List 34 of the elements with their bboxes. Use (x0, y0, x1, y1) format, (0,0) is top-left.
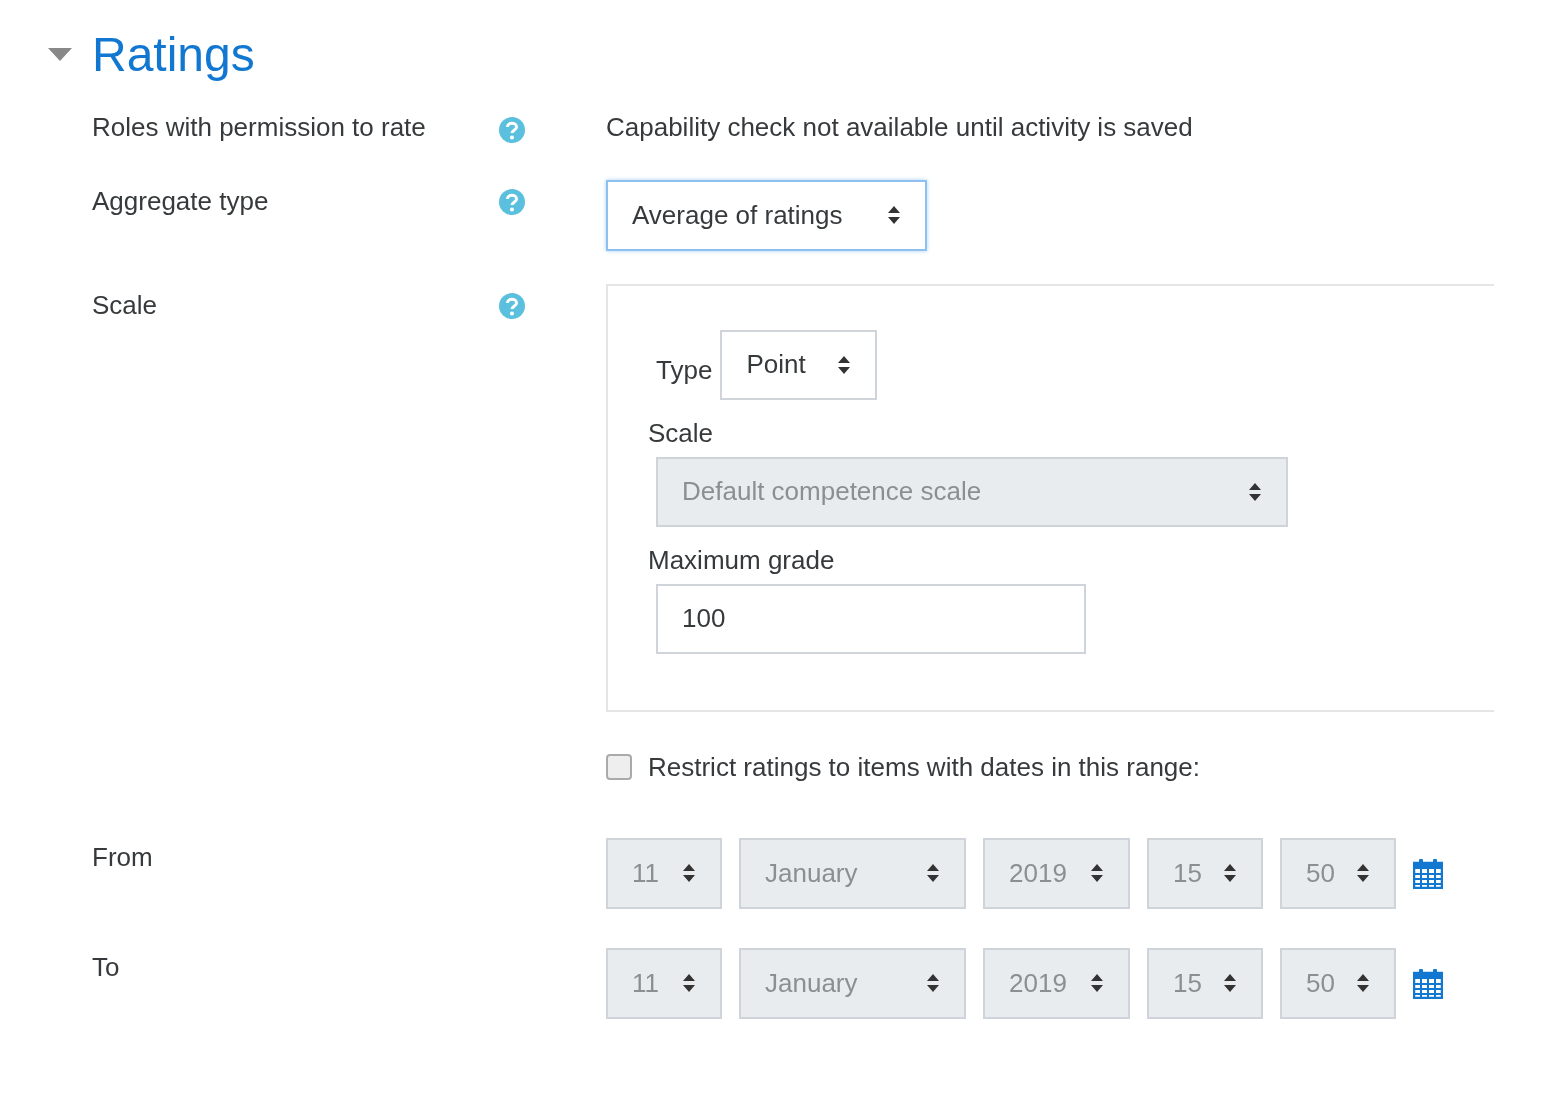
field-label: From (92, 841, 153, 872)
checkbox-label[interactable]: Restrict ratings to items with dates in this range: (648, 751, 1200, 783)
updown-arrows-icon (1356, 973, 1370, 994)
select-dropdown[interactable]: Average of ratings (606, 179, 927, 251)
field-label: To (92, 951, 120, 982)
updown-arrows-icon (682, 863, 696, 884)
calendar-icon[interactable] (1413, 967, 1443, 999)
updown-arrows-icon (682, 973, 696, 994)
info-text: Capability check not available until activity is saved (606, 111, 1193, 143)
updown-arrows-icon (887, 205, 901, 226)
updown-arrows-icon (1248, 481, 1262, 502)
updown-arrows-icon (1223, 973, 1237, 994)
updown-arrows-icon (1090, 973, 1104, 994)
field-label: Type (656, 354, 713, 387)
updown-arrows-icon (926, 863, 940, 884)
updown-arrows-icon (926, 973, 940, 994)
section-title[interactable]: Ratings (92, 26, 255, 84)
collapse-caret-icon[interactable] (48, 47, 72, 62)
checkbox[interactable] (606, 754, 632, 781)
updown-arrows-icon (1356, 863, 1370, 884)
field-label: Aggregate type (92, 185, 269, 216)
select-dropdown[interactable]: Point (720, 329, 878, 400)
field-label: Scale (92, 289, 158, 320)
help-icon (498, 115, 526, 144)
help-icon (498, 187, 526, 216)
text-input[interactable]: 100 (656, 583, 1086, 654)
calendar-icon[interactable] (1413, 857, 1443, 889)
updown-arrows-icon (1223, 863, 1237, 884)
updown-arrows-icon (1090, 863, 1104, 884)
field-label: Roles with permission to rate (92, 111, 426, 142)
help-icon (498, 291, 526, 320)
field-label: Maximum grade (648, 544, 836, 576)
updown-arrows-icon (837, 354, 852, 375)
field-label: Scale (648, 417, 715, 449)
